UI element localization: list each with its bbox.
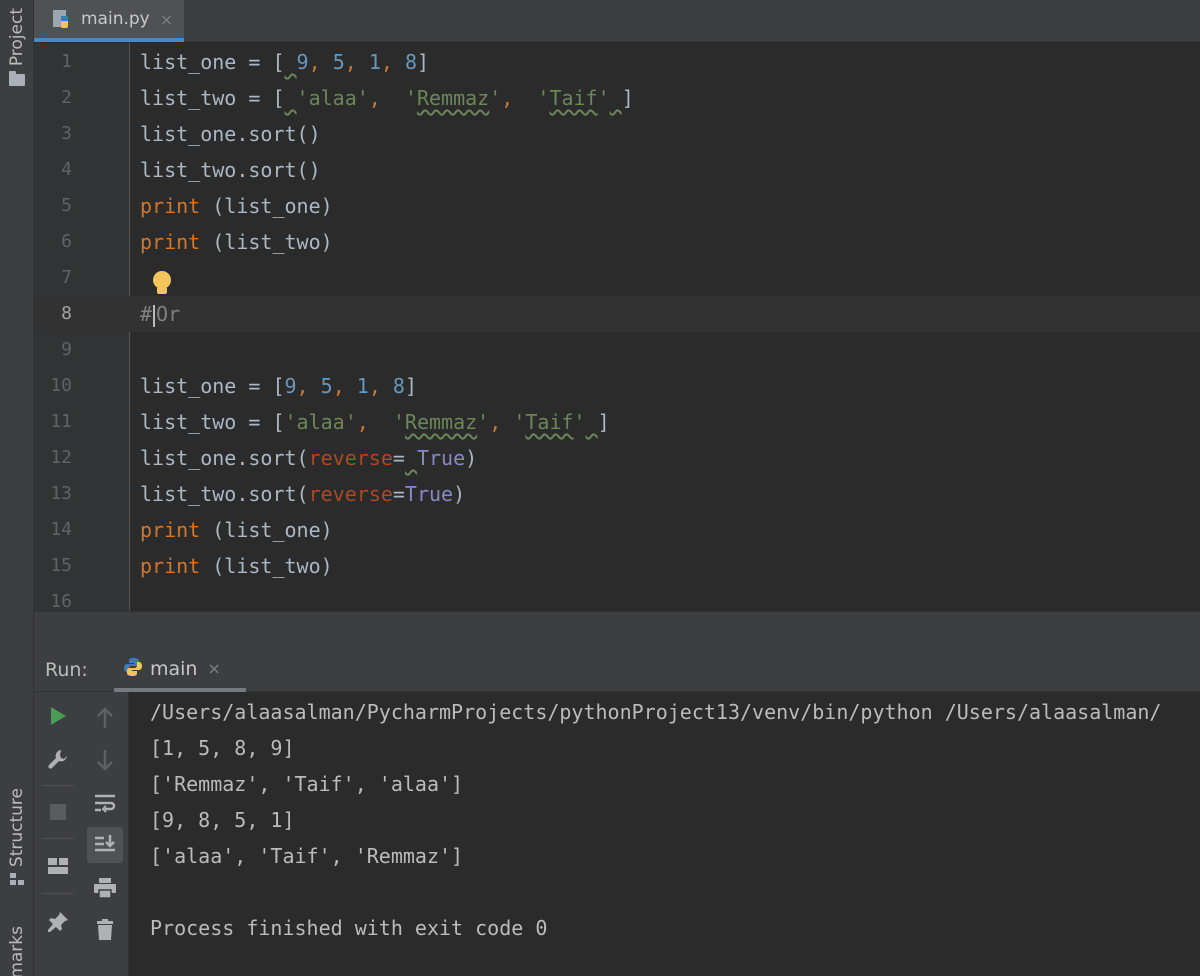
console-line: [9, 8, 5, 1] [150, 808, 295, 832]
code-text: list_one.sort() [140, 122, 321, 146]
wrench-icon[interactable] [40, 741, 76, 777]
code-line: 2 list_two = [ 'alaa', 'Remmaz', 'Taif' … [34, 80, 1200, 116]
code-line: 4 list_two.sort() [34, 152, 1200, 188]
down-arrow-icon[interactable] [87, 742, 123, 778]
run-toolbar-primary [34, 692, 82, 976]
trash-icon[interactable] [87, 912, 123, 948]
line-number: 16 [50, 591, 72, 611]
close-tab-icon[interactable]: × [160, 10, 173, 29]
console-line: /Users/alaasalman/PycharmProjects/python… [150, 700, 1162, 724]
tab-label: main.py [81, 9, 150, 29]
code-text: # Or [140, 302, 181, 327]
close-run-tab-icon[interactable]: × [207, 659, 220, 678]
code-line: 10 list_one = [9, 5, 1, 8] [34, 368, 1200, 404]
tab-main-py[interactable]: main.py × [34, 0, 184, 42]
code-line: 14 print (list_one) [34, 512, 1200, 548]
code-text: list_one.sort(reverse= True) [140, 446, 478, 470]
code-text: list_two.sort() [140, 158, 321, 182]
line-number: 15 [50, 555, 72, 576]
panel-splitter[interactable] [34, 611, 1200, 649]
line-number: 6 [61, 231, 72, 252]
up-arrow-icon[interactable] [87, 700, 123, 736]
pin-icon[interactable] [40, 904, 76, 940]
run-panel-header: Run: main × [34, 649, 1200, 692]
editor-tab-bar: main.py × [34, 0, 1200, 42]
code-text: print (list_two) [140, 554, 333, 578]
code-line: 12 list_one.sort(reverse= True) [34, 440, 1200, 476]
console-line: [1, 5, 8, 9] [150, 736, 295, 760]
code-line: 16 [34, 584, 1200, 611]
line-number: 8 [61, 303, 72, 324]
code-text: list_one = [9, 5, 1, 8] [140, 374, 418, 398]
layout-icon[interactable] [40, 848, 76, 884]
code-line: 3 list_one.sort() [34, 116, 1200, 152]
line-number: 3 [61, 123, 72, 144]
project-tab-label: Project [7, 8, 27, 67]
run-tab-label: main [150, 657, 198, 680]
scroll-to-end-icon[interactable] [87, 827, 123, 863]
run-toolbar-secondary [82, 692, 129, 976]
text-caret [153, 304, 156, 327]
console-line: ['Remmaz', 'Taif', 'alaa'] [150, 772, 464, 796]
code-text: list_one = [ 9, 5, 1, 8] [140, 50, 430, 74]
console-line: Process finished with exit code 0 [150, 916, 548, 940]
code-text: list_two = ['alaa', 'Remmaz', 'Taif' ] [140, 410, 610, 434]
code-line: 15 print (list_two) [34, 548, 1200, 584]
code-editor[interactable]: 1 list_one = [ 9, 5, 1, 8] 2 list_two = … [34, 43, 1200, 611]
line-number: 1 [61, 51, 72, 72]
line-number: 2 [61, 87, 72, 108]
console-output[interactable]: /Users/alaasalman/PycharmProjects/python… [130, 692, 1200, 976]
line-number: 5 [61, 195, 72, 216]
current-code-line: 8 # Or [34, 296, 1200, 332]
bookmarks-tool-tab[interactable]: marks [0, 926, 34, 976]
bookmarks-tab-label: marks [7, 926, 27, 976]
code-text: print (list_two) [140, 230, 333, 254]
code-text: list_two = [ 'alaa', 'Remmaz', 'Taif' ] [140, 86, 634, 110]
code-line: 13 list_two.sort(reverse=True) [34, 476, 1200, 512]
line-number: 7 [61, 267, 72, 288]
python-icon [122, 656, 144, 682]
left-tool-strip: Project Structure marks [0, 0, 34, 976]
run-panel-title: Run: [45, 659, 88, 681]
code-line: 5 print (list_one) [34, 188, 1200, 224]
code-line: 1 list_one = [ 9, 5, 1, 8] [34, 44, 1200, 80]
print-icon[interactable] [87, 870, 123, 906]
structure-tool-tab[interactable]: Structure [0, 788, 34, 886]
run-icon[interactable] [40, 698, 76, 734]
line-number: 12 [50, 447, 72, 468]
run-tab-main[interactable]: main × [114, 649, 246, 692]
code-line: 6 print (list_two) [34, 224, 1200, 260]
line-number: 13 [50, 483, 72, 504]
code-line: 9 [34, 332, 1200, 368]
code-line: 11 list_two = ['alaa', 'Remmaz', 'Taif' … [34, 404, 1200, 440]
stop-icon[interactable] [40, 794, 76, 830]
code-text: print (list_one) [140, 518, 333, 542]
line-number: 14 [50, 519, 72, 540]
soft-wrap-icon[interactable] [87, 785, 123, 821]
folder-icon [9, 71, 25, 87]
structure-tab-label: Structure [7, 788, 27, 868]
python-file-icon [52, 8, 74, 30]
line-number: 4 [61, 159, 72, 180]
lightbulb-icon[interactable] [152, 271, 172, 297]
code-text: list_two.sort(reverse=True) [140, 482, 466, 506]
code-text: print (list_one) [140, 194, 333, 218]
line-number: 11 [50, 411, 72, 432]
project-tool-tab[interactable]: Project [0, 8, 34, 87]
line-number: 10 [50, 375, 72, 396]
console-line: ['alaa', 'Taif', 'Remmaz'] [150, 844, 464, 868]
line-number: 9 [61, 339, 72, 360]
structure-icon [10, 873, 24, 886]
code-line: 7 [34, 260, 1200, 296]
